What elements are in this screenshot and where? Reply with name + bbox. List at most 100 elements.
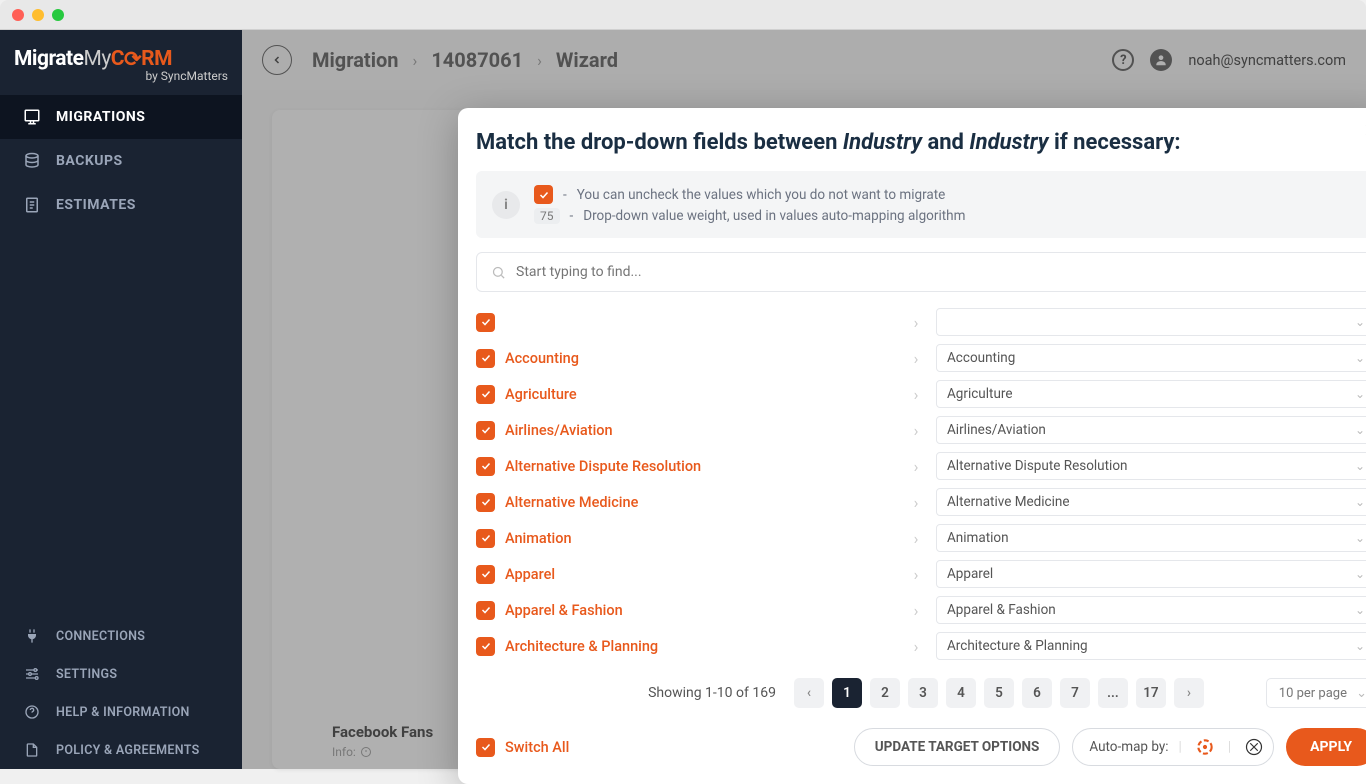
- target-select[interactable]: Alternative Dispute Resolution ⌄: [936, 452, 1366, 480]
- match-fields-modal: ✕ Match the drop-down fields between Ind…: [458, 108, 1366, 784]
- window-max-dot[interactable]: [52, 9, 64, 21]
- doc-icon: [22, 740, 42, 760]
- sidebar-item-estimates[interactable]: ESTIMATES: [0, 183, 242, 227]
- pager-page-5[interactable]: 5: [984, 678, 1014, 708]
- migrations-icon: [22, 107, 42, 127]
- target-select[interactable]: Airlines/Aviation ⌄: [936, 416, 1366, 444]
- chevron-right-icon: ›: [906, 457, 926, 476]
- mapping-row: Accounting › Accounting ⌄: [476, 340, 1366, 376]
- row-checkbox[interactable]: [476, 457, 495, 476]
- logo-part3: C⟳RM: [111, 47, 172, 71]
- sidebar-item-settings[interactable]: SETTINGS: [0, 655, 242, 693]
- target-select[interactable]: Architecture & Planning ⌄: [936, 632, 1366, 660]
- pager-page-4[interactable]: 4: [946, 678, 976, 708]
- automap-group: Auto-map by: | |: [1072, 728, 1274, 766]
- chevron-right-icon: ›: [906, 385, 926, 404]
- title-em1: Industry: [843, 130, 922, 155]
- dash: -: [563, 187, 567, 203]
- chevron-down-icon: ⌄: [1355, 459, 1365, 473]
- switch-all-label: Switch All: [505, 739, 569, 756]
- weight-badge: 75: [534, 208, 560, 224]
- per-page-select[interactable]: 10 per page: [1266, 678, 1366, 708]
- pager-page-17[interactable]: 17: [1136, 678, 1166, 708]
- sidebar-item-policy[interactable]: POLICY & AGREEMENTS: [0, 731, 242, 769]
- target-value: Airlines/Aviation: [947, 422, 1046, 438]
- sidebar-label: POLICY & AGREEMENTS: [56, 743, 200, 758]
- row-checkbox[interactable]: [476, 601, 495, 620]
- sidebar-item-connections[interactable]: CONNECTIONS: [0, 617, 242, 655]
- sidebar-label: MIGRATIONS: [56, 109, 145, 125]
- chevron-down-icon: ⌄: [1355, 387, 1365, 401]
- target-select[interactable]: Accounting ⌄: [936, 344, 1366, 372]
- target-select[interactable]: ⌄: [936, 308, 1366, 336]
- sidebar-label: ESTIMATES: [56, 197, 136, 213]
- info-icon: i: [492, 191, 520, 219]
- estimates-icon: [22, 195, 42, 215]
- chevron-right-icon: ›: [906, 529, 926, 548]
- modal-title: Match the drop-down fields between Indus…: [476, 108, 1366, 171]
- target-value: Architecture & Planning: [947, 638, 1088, 654]
- row-checkbox[interactable]: [476, 493, 495, 512]
- apply-button[interactable]: APPLY: [1286, 728, 1366, 766]
- pager-page-7[interactable]: 7: [1060, 678, 1090, 708]
- target-select[interactable]: Agriculture ⌄: [936, 380, 1366, 408]
- sidebar-item-migrations[interactable]: MIGRATIONS: [0, 95, 242, 139]
- chevron-down-icon: ⌄: [1355, 531, 1365, 545]
- per-page-label: 10 per page: [1279, 686, 1347, 701]
- target-select[interactable]: Alternative Medicine ⌄: [936, 488, 1366, 516]
- chevron-down-icon: ⌄: [1355, 567, 1365, 581]
- chevron-down-icon: ⌄: [1355, 351, 1365, 365]
- row-checkbox[interactable]: [476, 385, 495, 404]
- window-min-dot[interactable]: [32, 9, 44, 21]
- target-value: Agriculture: [947, 386, 1013, 402]
- mapping-row: Alternative Dispute Resolution › Alterna…: [476, 448, 1366, 484]
- mapping-row: Architecture & Planning › Architecture &…: [476, 628, 1366, 664]
- mapping-row: › ⌄: [476, 304, 1366, 340]
- target-select[interactable]: Apparel ⌄: [936, 560, 1366, 588]
- automap-trujay-icon[interactable]: [1192, 734, 1218, 760]
- chevron-down-icon: ⌄: [1355, 639, 1365, 653]
- row-checkbox[interactable]: [476, 565, 495, 584]
- source-value: Apparel: [505, 566, 555, 583]
- pager-page-1[interactable]: 1: [832, 678, 862, 708]
- pager-showing: Showing 1-10 of 169: [648, 685, 776, 701]
- sidebar: MigrateMyC⟳RM by SyncMatters MIGRATIONS …: [0, 30, 242, 769]
- title-em2: Industry: [969, 130, 1048, 155]
- pager-page-3[interactable]: 3: [908, 678, 938, 708]
- chevron-right-icon: ›: [906, 601, 926, 620]
- pager-next[interactable]: ›: [1174, 678, 1204, 708]
- search-box[interactable]: [476, 252, 1366, 292]
- sidebar-item-help[interactable]: HELP & INFORMATION: [0, 693, 242, 731]
- chevron-right-icon: ›: [906, 493, 926, 512]
- pager-prev[interactable]: ‹: [794, 678, 824, 708]
- search-input[interactable]: [516, 264, 1361, 280]
- switch-all-checkbox[interactable]: [476, 738, 495, 757]
- logo-sub: by SyncMatters: [14, 69, 228, 83]
- window-close-dot[interactable]: [12, 9, 24, 21]
- search-icon: [491, 265, 506, 280]
- switch-all[interactable]: Switch All: [476, 738, 569, 757]
- main-area: Migration › 14087061 › Wizard ? noah@syn…: [242, 30, 1366, 769]
- row-checkbox[interactable]: [476, 349, 495, 368]
- source-value: Alternative Medicine: [505, 494, 638, 511]
- row-checkbox[interactable]: [476, 313, 495, 332]
- row-checkbox[interactable]: [476, 421, 495, 440]
- row-checkbox[interactable]: [476, 637, 495, 656]
- target-select[interactable]: Animation ⌄: [936, 524, 1366, 552]
- sidebar-label: SETTINGS: [56, 667, 117, 682]
- example-checkbox: [534, 185, 553, 204]
- info-box: i - You can uncheck the values which you…: [476, 171, 1366, 238]
- sliders-icon: [22, 664, 42, 684]
- update-target-button[interactable]: UPDATE TARGET OPTIONS: [854, 728, 1061, 766]
- target-select[interactable]: Apparel & Fashion ⌄: [936, 596, 1366, 624]
- plug-icon: [22, 626, 42, 646]
- row-checkbox[interactable]: [476, 529, 495, 548]
- source-value: Airlines/Aviation: [505, 422, 613, 439]
- backups-icon: [22, 151, 42, 171]
- pager-page-2[interactable]: 2: [870, 678, 900, 708]
- pager-page-6[interactable]: 6: [1022, 678, 1052, 708]
- automap-openai-icon[interactable]: [1241, 734, 1267, 760]
- chevron-right-icon: ›: [906, 349, 926, 368]
- sidebar-item-backups[interactable]: BACKUPS: [0, 139, 242, 183]
- chevron-down-icon: ⌄: [1355, 315, 1365, 329]
